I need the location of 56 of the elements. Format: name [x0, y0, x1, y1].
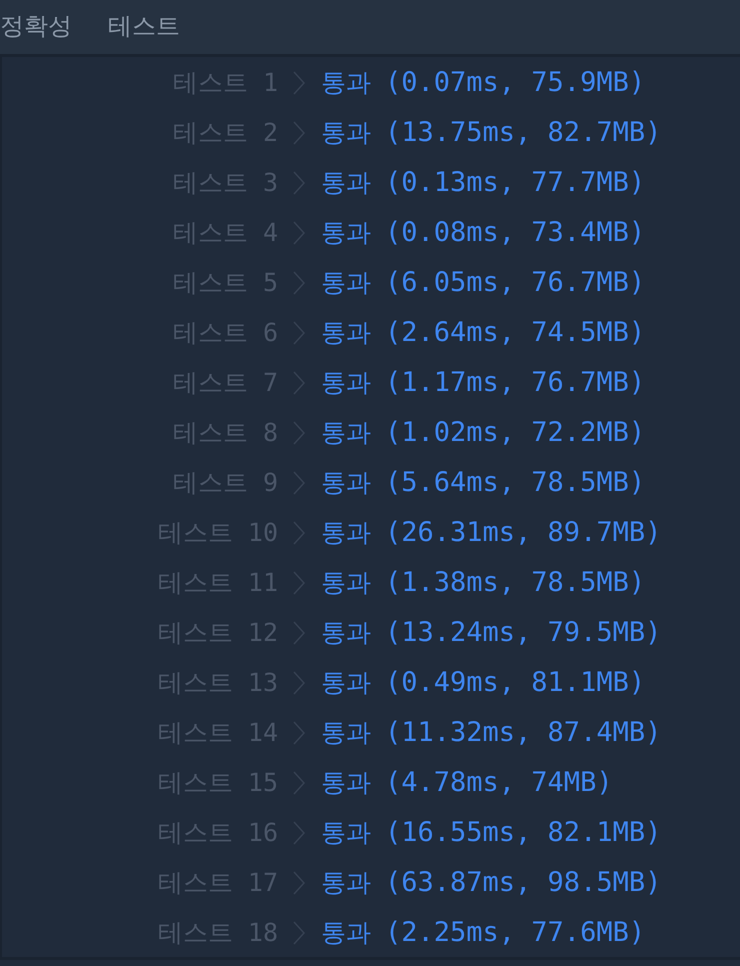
result-detail: (2.64ms, 74.5MB) — [385, 316, 646, 350]
result-status: 통과 — [321, 717, 371, 750]
chevron-right-icon — [293, 221, 305, 245]
chevron-right-icon — [293, 571, 305, 595]
chevron-right-icon — [293, 471, 305, 495]
result-detail: (1.02ms, 72.2MB) — [385, 416, 646, 450]
chevron-right-icon — [293, 621, 305, 645]
result-detail: (1.38ms, 78.5MB) — [385, 566, 646, 600]
section-title: 정확성 — [0, 12, 72, 42]
result-detail: (63.87ms, 98.5MB) — [385, 866, 662, 900]
result-detail: (13.75ms, 82.7MB) — [385, 116, 662, 150]
result-status: 통과 — [321, 267, 371, 300]
result-status: 통과 — [321, 867, 371, 900]
chevron-right-icon — [293, 321, 305, 345]
result-detail: (0.13ms, 77.7MB) — [385, 166, 646, 200]
result-status: 통과 — [321, 617, 371, 650]
result-status: 통과 — [321, 117, 371, 150]
result-detail: (4.78ms, 74MB) — [385, 766, 613, 800]
result-status: 통과 — [321, 217, 371, 250]
result-status: 통과 — [321, 767, 371, 800]
result-detail: (0.07ms, 75.9MB) — [385, 66, 646, 100]
chevron-right-icon — [293, 771, 305, 795]
result-status: 통과 — [321, 467, 371, 500]
result-status: 통과 — [321, 817, 371, 850]
chevron-right-icon — [293, 271, 305, 295]
result-detail: (5.64ms, 78.5MB) — [385, 466, 646, 500]
result-status: 통과 — [321, 317, 371, 350]
result-status: 통과 — [321, 517, 371, 550]
result-detail: (0.49ms, 81.1MB) — [385, 666, 646, 700]
result-status: 통과 — [321, 917, 371, 950]
result-status: 통과 — [321, 667, 371, 700]
result-detail: (13.24ms, 79.5MB) — [385, 616, 662, 650]
chevron-right-icon — [293, 871, 305, 895]
section-subtitle: 테스트 — [108, 12, 180, 42]
result-detail: (2.25ms, 77.6MB) — [385, 916, 646, 950]
result-status: 통과 — [321, 167, 371, 200]
result-status: 통과 — [321, 567, 371, 600]
chevron-right-icon — [293, 671, 305, 695]
result-detail: (6.05ms, 76.7MB) — [385, 266, 646, 300]
chevron-right-icon — [293, 171, 305, 195]
chevron-right-icon — [293, 121, 305, 145]
chevron-right-icon — [293, 521, 305, 545]
result-status: 통과 — [321, 367, 371, 400]
chevron-right-icon — [293, 371, 305, 395]
result-detail: (16.55ms, 82.1MB) — [385, 816, 662, 850]
result-detail: (11.32ms, 87.4MB) — [385, 716, 662, 750]
chevron-right-icon — [293, 421, 305, 445]
result-detail: (0.08ms, 73.4MB) — [385, 216, 646, 250]
chevron-right-icon — [293, 921, 305, 945]
chevron-right-icon — [293, 71, 305, 95]
chevron-right-icon — [293, 821, 305, 845]
result-status: 통과 — [321, 417, 371, 450]
result-detail: (26.31ms, 89.7MB) — [385, 516, 662, 550]
result-status: 통과 — [321, 67, 371, 100]
result-detail: (1.17ms, 76.7MB) — [385, 366, 646, 400]
chevron-right-icon — [293, 721, 305, 745]
